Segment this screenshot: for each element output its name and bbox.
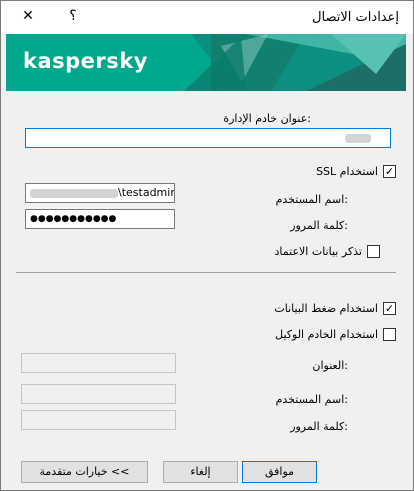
username-input[interactable]: \testadmin	[25, 183, 175, 203]
username-value: \testadmin	[118, 186, 175, 199]
advanced-options-button[interactable]: خيارات متقدمة <<	[21, 461, 148, 483]
proxy-password-label: كلمة المرور:	[290, 420, 348, 433]
username-label: اسم المستخدم:	[275, 193, 348, 206]
close-button[interactable]: ✕	[17, 5, 39, 27]
password-label: كلمة المرور:	[290, 219, 348, 232]
cancel-button[interactable]: إلغاء	[163, 461, 238, 483]
password-input[interactable]: ●●●●●●●●●●●	[25, 209, 175, 229]
proxy-checkbox[interactable]	[383, 328, 396, 341]
title-bar: ✕ ؟ إعدادات الاتصال	[1, 1, 413, 34]
help-button[interactable]: ؟	[62, 5, 84, 27]
password-value: ●●●●●●●●●●●	[30, 214, 117, 224]
remember-label: تذكر بيانات الاعتماد	[274, 245, 362, 258]
proxy-address-input[interactable]	[21, 353, 176, 373]
server-address-input[interactable]	[25, 128, 391, 148]
ssl-label: استخدام SSL	[316, 165, 378, 178]
settings-panel: عنوان خادم الإدارة: ✓ استخدام SSL \testa…	[6, 91, 406, 488]
kaspersky-logo: kaspersky	[23, 49, 148, 73]
redacted-address	[345, 133, 371, 143]
server-address-label: عنوان خادم الإدارة:	[223, 112, 311, 125]
compression-label: استخدام ضغط البيانات	[274, 302, 378, 315]
proxy-address-label: العنوان:	[312, 359, 348, 372]
proxy-label: استخدام الخادم الوكيل	[275, 328, 378, 341]
remember-checkbox[interactable]	[367, 245, 380, 258]
proxy-password-input[interactable]	[21, 410, 176, 430]
ssl-checkbox[interactable]: ✓	[383, 165, 396, 178]
connection-settings-dialog: ✕ ؟ إعدادات الاتصال kaspersky عنوان خادم…	[0, 0, 414, 491]
ok-button[interactable]: موافق	[242, 461, 317, 483]
close-icon: ✕	[22, 8, 34, 24]
window-title: إعدادات الاتصال	[312, 10, 399, 25]
proxy-username-input[interactable]	[21, 384, 176, 404]
compression-checkbox[interactable]: ✓	[383, 302, 396, 315]
proxy-username-label: اسم المستخدم:	[275, 393, 348, 406]
separator	[16, 272, 396, 273]
help-icon: ؟	[69, 8, 77, 24]
kaspersky-banner: kaspersky	[6, 34, 406, 91]
redacted-domain	[30, 188, 118, 198]
